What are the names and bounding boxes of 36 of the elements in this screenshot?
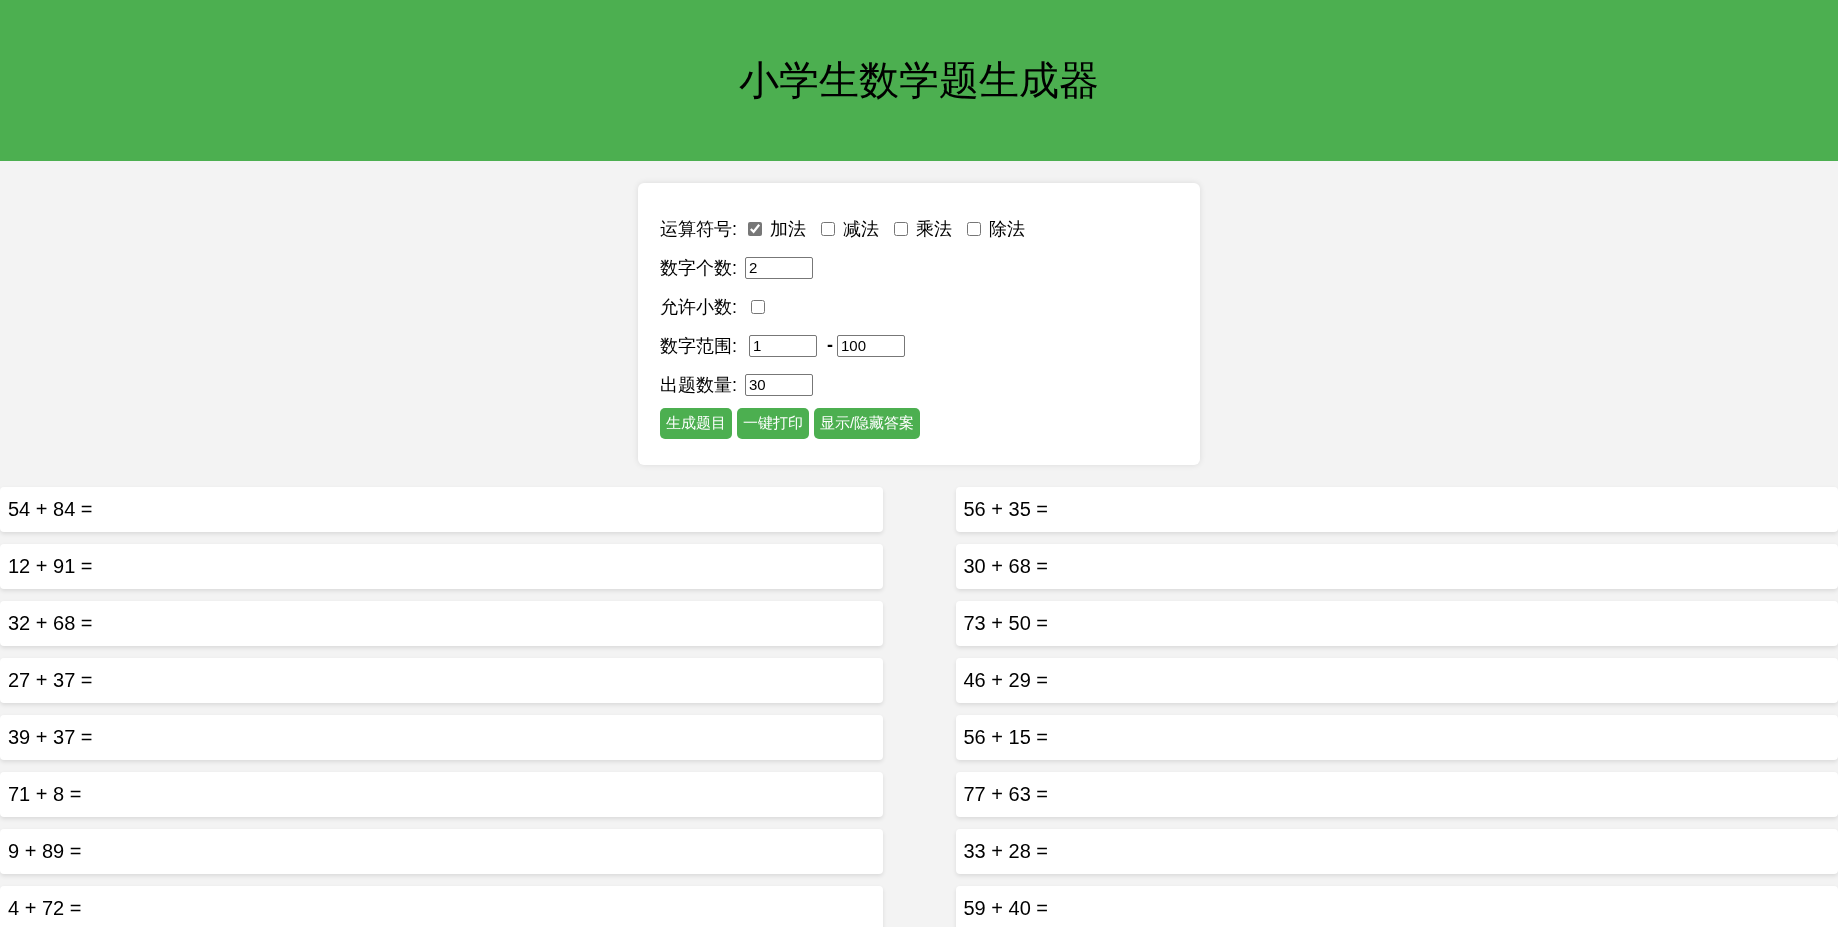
- problem-text: 4 + 72 =: [8, 897, 82, 920]
- problem-text: 46 + 29 =: [963, 669, 1049, 692]
- problem-text: 12 + 91 =: [8, 555, 93, 578]
- problem-text: 33 + 28 =: [963, 840, 1049, 863]
- question-count-field[interactable]: 30: [745, 373, 813, 396]
- problem-text: 77 + 63 =: [963, 783, 1049, 806]
- checkbox-label: 除法: [989, 217, 1025, 241]
- problem-text: 71 + 8 =: [8, 783, 82, 806]
- problem-text: 54 + 84 =: [8, 498, 93, 521]
- field-label: 允许小数:: [660, 295, 737, 319]
- checkbox-label: 减法: [843, 217, 879, 241]
- checkbox-label: 加法: [770, 217, 806, 241]
- operator-checkbox[interactable]: [894, 221, 908, 236]
- operator-checkbox[interactable]: [748, 221, 762, 236]
- field-label: 运算符号:: [660, 217, 737, 241]
- problem-text: 32 + 68 =: [8, 612, 93, 635]
- decimal-checkbox[interactable]: [751, 299, 765, 314]
- range-min-field[interactable]: 1: [749, 334, 817, 357]
- problem-text: 27 + 37 =: [8, 669, 93, 692]
- page-title: 小学生数学题生成器: [739, 57, 1099, 104]
- operator-checkbox[interactable]: [967, 221, 981, 236]
- problem-text: 30 + 68 =: [963, 555, 1049, 578]
- range-separator: -: [827, 335, 833, 356]
- problem-text: 9 + 89 =: [8, 840, 82, 863]
- problem-text: 56 + 35 =: [963, 498, 1049, 521]
- operator-checkbox[interactable]: [821, 221, 835, 236]
- range-max-field[interactable]: 100: [837, 334, 905, 357]
- problem-text: 59 + 40 =: [963, 897, 1049, 920]
- number-count-field[interactable]: 2: [745, 256, 813, 279]
- checkbox-label: 乘法: [916, 217, 952, 241]
- problem-text: 73 + 50 =: [963, 612, 1049, 635]
- field-label: 数字个数:: [660, 256, 737, 280]
- problem-text: 39 + 37 =: [8, 726, 93, 749]
- problem-text: 56 + 15 =: [963, 726, 1049, 749]
- field-label: 出题数量:: [660, 373, 737, 397]
- field-label: 数字范围:: [660, 334, 737, 358]
